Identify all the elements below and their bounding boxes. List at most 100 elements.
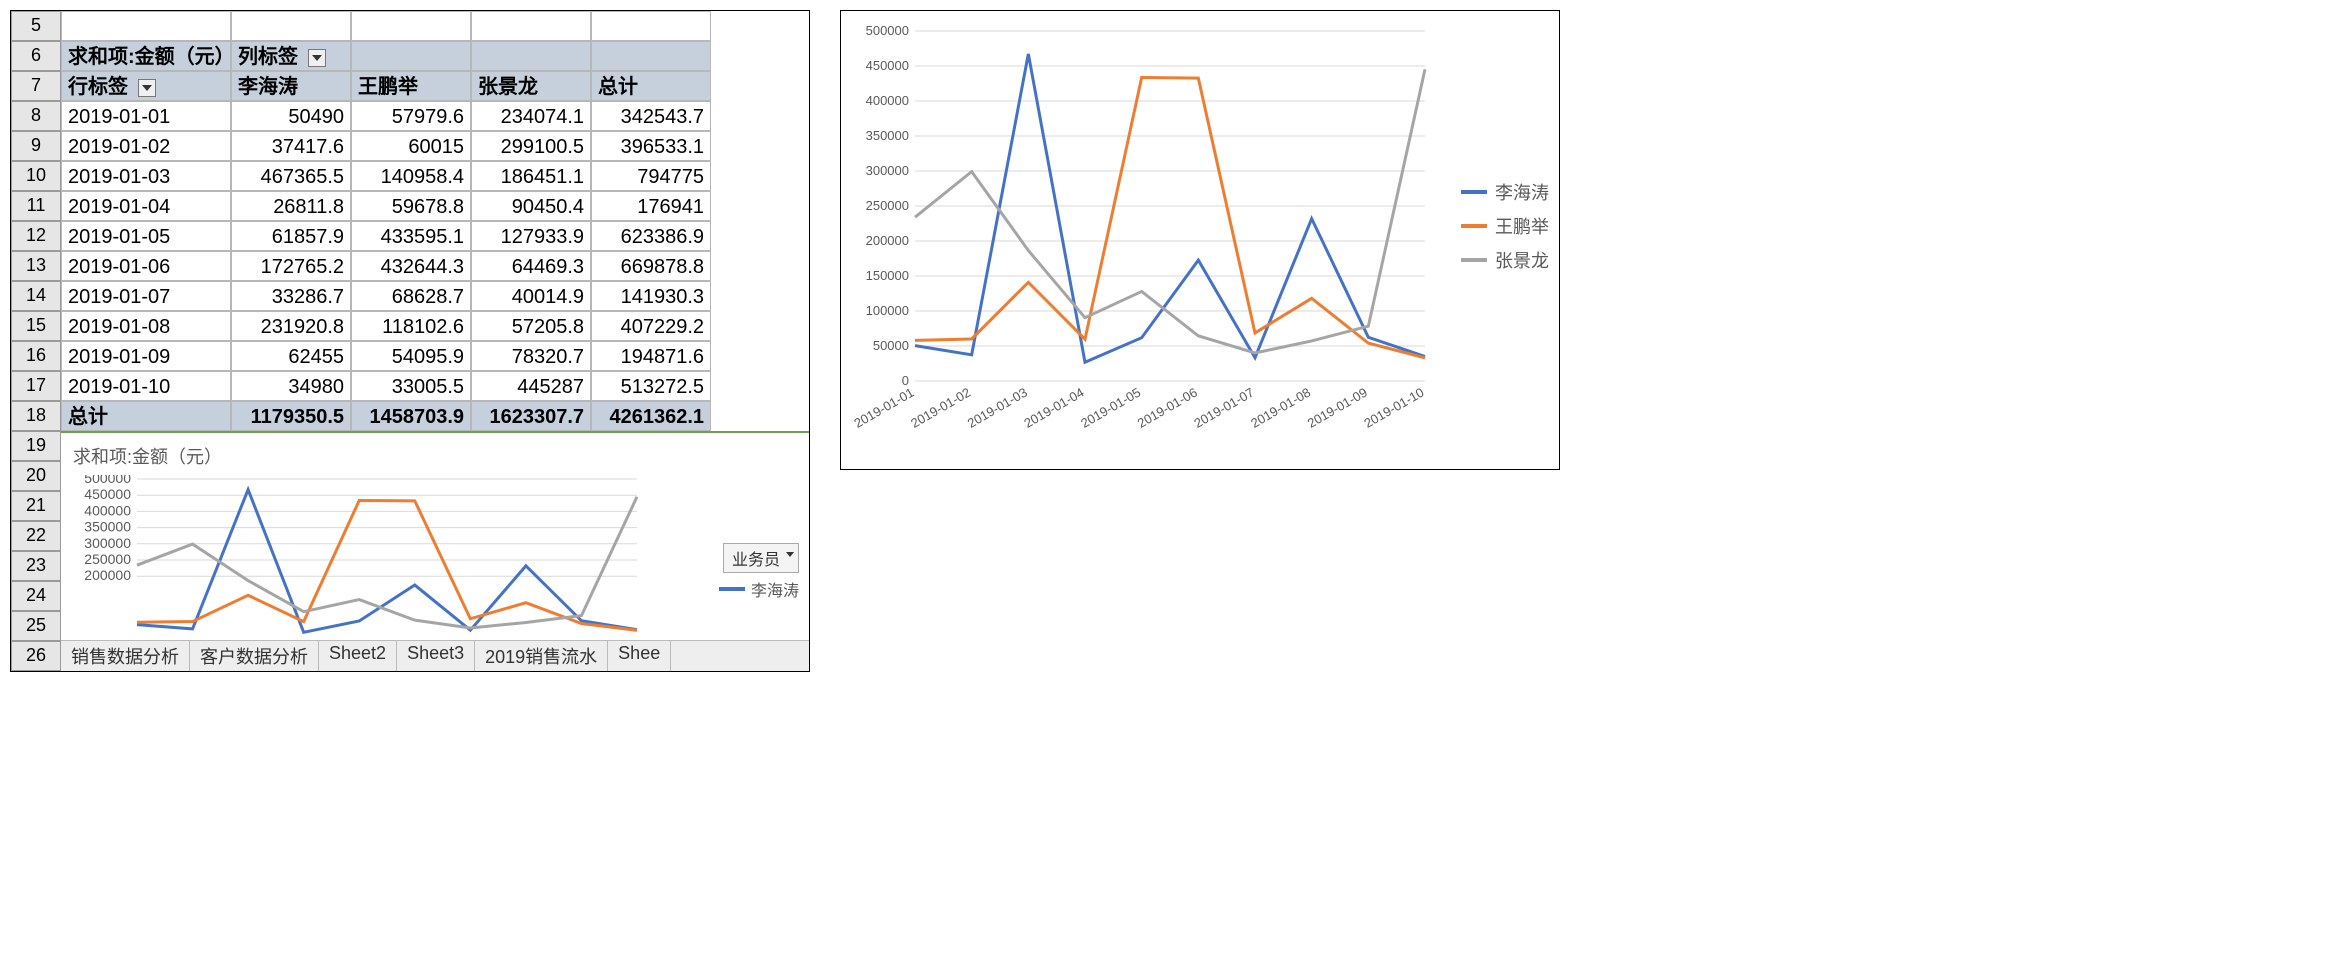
pivot-value: 299100.5: [471, 131, 591, 161]
pivot-row-label-cell: 2019-01-08: [61, 311, 231, 341]
col-filter-icon[interactable]: [308, 49, 326, 67]
pivot-total: 4261362.1: [591, 401, 711, 431]
svg-text:2019-01-10: 2019-01-10: [1361, 385, 1426, 431]
sheet-tab[interactable]: Shee: [608, 641, 671, 671]
pivot-value: 33005.5: [351, 371, 471, 401]
svg-text:2019-01-06: 2019-01-06: [1135, 385, 1200, 431]
svg-text:2019-01-08: 2019-01-08: [1248, 385, 1313, 431]
pivot-value: 40014.9: [471, 281, 591, 311]
svg-text:2019-01-02: 2019-01-02: [908, 385, 973, 431]
row-header: 19: [11, 431, 61, 461]
svg-text:400000: 400000: [866, 93, 909, 108]
line-chart-svg: 0500001000001500002000002500003000003500…: [845, 21, 1435, 461]
pivot-value: 37417.6: [231, 131, 351, 161]
svg-text:300000: 300000: [866, 163, 909, 178]
row-header: 13: [11, 251, 61, 281]
legend-item: 张景龙: [1461, 247, 1549, 273]
row-header: 8: [11, 101, 61, 131]
legend-item: 李海涛: [751, 577, 799, 601]
pivot-col-label: 列标签: [231, 41, 351, 71]
svg-text:2019-01-04: 2019-01-04: [1021, 385, 1086, 431]
pivot-value: 57205.8: [471, 311, 591, 341]
row-header: 18: [11, 401, 61, 431]
line-chart: 0500001000001500002000002500003000003500…: [840, 10, 1560, 470]
pivot-value: 794775: [591, 161, 711, 191]
pivot-measure-label: 求和项:金额（元）: [61, 41, 231, 71]
pivot-value: 54095.9: [351, 341, 471, 371]
pivot-value: 172765.2: [231, 251, 351, 281]
row-header: 11: [11, 191, 61, 221]
pivot-row-label-cell: 2019-01-07: [61, 281, 231, 311]
embedded-chart-title: 求和项:金额（元）: [73, 443, 803, 469]
svg-text:400000: 400000: [84, 502, 131, 518]
pivot-value: 118102.6: [351, 311, 471, 341]
row-filter-icon[interactable]: [138, 79, 156, 97]
svg-text:50000: 50000: [873, 338, 909, 353]
pivot-value: 342543.7: [591, 101, 711, 131]
pivot-value: 140958.4: [351, 161, 471, 191]
pivot-total: 1623307.7: [471, 401, 591, 431]
chart-filter-dropdown[interactable]: 业务员: [723, 543, 799, 573]
sheet-tab[interactable]: 客户数据分析: [190, 641, 319, 671]
row-header: 10: [11, 161, 61, 191]
pivot-value: 141930.3: [591, 281, 711, 311]
pivot-col-header: 张景龙: [471, 71, 591, 101]
pivot-value: 78320.7: [471, 341, 591, 371]
pivot-value: 127933.9: [471, 221, 591, 251]
row-header: 6: [11, 41, 61, 71]
sheet-tabs: 销售数据分析客户数据分析Sheet2Sheet32019销售流水Shee: [61, 640, 809, 671]
svg-text:350000: 350000: [84, 519, 131, 535]
legend-item: 王鹏举: [1461, 213, 1549, 239]
pivot-value: 26811.8: [231, 191, 351, 221]
row-header: 15: [11, 311, 61, 341]
svg-text:150000: 150000: [866, 268, 909, 283]
pivot-value: 445287: [471, 371, 591, 401]
row-header: 17: [11, 371, 61, 401]
pivot-value: 513272.5: [591, 371, 711, 401]
svg-text:2019-01-09: 2019-01-09: [1305, 385, 1370, 431]
pivot-row-label-cell: 2019-01-03: [61, 161, 231, 191]
pivot-row-label-cell: 2019-01-04: [61, 191, 231, 221]
pivot-value: 407229.2: [591, 311, 711, 341]
sheet-tab[interactable]: 销售数据分析: [61, 641, 190, 671]
pivot-value: 90450.4: [471, 191, 591, 221]
row-header: 12: [11, 221, 61, 251]
row-header: 14: [11, 281, 61, 311]
embedded-chart-legend: 李海涛: [719, 573, 799, 605]
svg-text:250000: 250000: [866, 198, 909, 213]
svg-text:100000: 100000: [866, 303, 909, 318]
pivot-total: 1458703.9: [351, 401, 471, 431]
line-chart-legend: 李海涛王鹏举张景龙: [1461, 171, 1549, 281]
pivot-value: 623386.9: [591, 221, 711, 251]
sheet-tab[interactable]: Sheet2: [319, 641, 397, 671]
embedded-chart[interactable]: 求和项:金额（元） 200000250000300000350000400000…: [61, 431, 809, 651]
pivot-value: 33286.7: [231, 281, 351, 311]
row-header: 5: [11, 11, 61, 41]
svg-text:200000: 200000: [866, 233, 909, 248]
svg-text:500000: 500000: [84, 475, 131, 486]
svg-text:200000: 200000: [84, 567, 131, 583]
pivot-value: 62455: [231, 341, 351, 371]
pivot-row-label-cell: 2019-01-05: [61, 221, 231, 251]
pivot-total: 1179350.5: [231, 401, 351, 431]
svg-text:2019-01-03: 2019-01-03: [965, 385, 1030, 431]
pivot-value: 231920.8: [231, 311, 351, 341]
pivot-value: 396533.1: [591, 131, 711, 161]
sheet-tab[interactable]: 2019销售流水: [475, 641, 608, 671]
pivot-value: 467365.5: [231, 161, 351, 191]
row-header: 7: [11, 71, 61, 101]
row-header: 23: [11, 551, 61, 581]
pivot-total-label: 总计: [61, 401, 231, 431]
svg-text:450000: 450000: [866, 58, 909, 73]
pivot-value: 68628.7: [351, 281, 471, 311]
row-header: 20: [11, 461, 61, 491]
pivot-value: 432644.3: [351, 251, 471, 281]
pivot-col-header: 王鹏举: [351, 71, 471, 101]
pivot-value: 60015: [351, 131, 471, 161]
sheet-tab[interactable]: Sheet3: [397, 641, 475, 671]
pivot-row-label-cell: 2019-01-10: [61, 371, 231, 401]
svg-text:2019-01-01: 2019-01-01: [851, 385, 916, 431]
legend-item: 李海涛: [1461, 179, 1549, 205]
row-header: 21: [11, 491, 61, 521]
pivot-value: 669878.8: [591, 251, 711, 281]
